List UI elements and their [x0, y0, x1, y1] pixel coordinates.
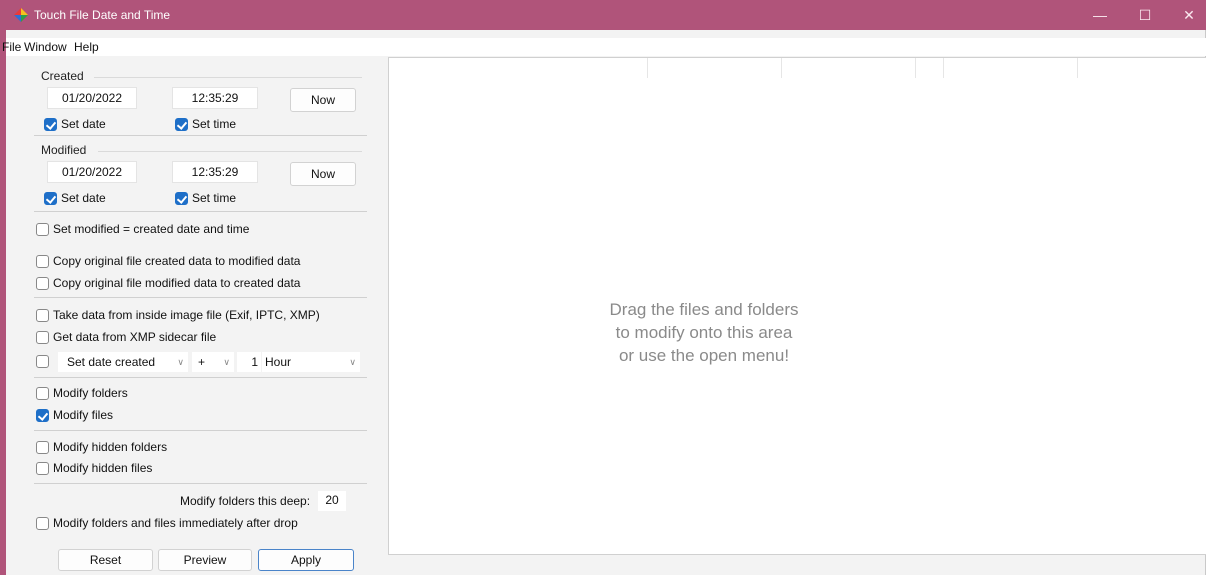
file-drop-area[interactable]: Drag the files and folders to modify ont…: [388, 57, 1206, 555]
adjust-checkbox[interactable]: [36, 355, 49, 368]
modify-hidden-files-checkbox[interactable]: [36, 462, 49, 475]
modify-folders-label: Modify folders: [53, 386, 128, 400]
adjust-operator-value: +: [198, 355, 206, 369]
options-panel: Created 01/20/2022 12:35:29 Now Set date…: [34, 57, 379, 575]
apply-button[interactable]: Apply: [258, 549, 354, 571]
modify-files-checkbox[interactable]: [36, 409, 49, 422]
modified-group-label: Modified: [41, 143, 87, 157]
minimize-button[interactable]: —: [1078, 0, 1122, 30]
adjust-target-value: Set date created: [67, 355, 156, 369]
reset-button[interactable]: Reset: [58, 549, 153, 571]
adjust-target-select[interactable]: Set date created ∨: [58, 352, 188, 372]
take-from-image-label: Take data from inside image file (Exif, …: [53, 308, 320, 322]
modified-set-time-checkbox[interactable]: [175, 192, 188, 205]
adjust-unit-value: Hour: [265, 355, 292, 369]
divider: [34, 483, 367, 484]
created-date-field[interactable]: 01/20/2022: [47, 87, 137, 109]
app-icon: [14, 8, 28, 22]
chevron-down-icon: ∨: [177, 357, 184, 367]
adjust-amount-field[interactable]: 1: [237, 352, 261, 372]
divider: [34, 377, 367, 378]
drop-instruction-line: to modify onto this area: [615, 323, 793, 342]
set-modified-eq-created-checkbox[interactable]: [36, 223, 49, 236]
modified-set-time-label: Set time: [192, 191, 237, 205]
chevron-down-icon: ∨: [349, 357, 356, 367]
modified-time-field[interactable]: 12:35:29: [172, 161, 258, 183]
window-title: Touch File Date and Time: [34, 8, 171, 22]
divider: [34, 297, 367, 298]
modify-hidden-folders-checkbox[interactable]: [36, 441, 49, 454]
depth-field[interactable]: 20: [318, 491, 346, 511]
immediate-label: Modify folders and files immediately aft…: [53, 516, 298, 530]
modified-date-field[interactable]: 01/20/2022: [47, 161, 137, 183]
adjust-operator-select[interactable]: + ∨: [192, 352, 234, 372]
menu-file[interactable]: File: [2, 40, 21, 54]
copy-created-to-modified-checkbox[interactable]: [36, 255, 49, 268]
created-time-field[interactable]: 12:35:29: [172, 87, 258, 109]
created-group-line: [94, 77, 362, 78]
copy-modified-to-created-label: Copy original file modified data to crea…: [53, 276, 301, 290]
title-bar[interactable]: Touch File Date and Time — ☐ ✕: [6, 0, 1206, 30]
modify-hidden-folders-label: Modify hidden folders: [53, 440, 168, 454]
take-from-image-checkbox[interactable]: [36, 309, 49, 322]
column-divider: [647, 58, 648, 78]
drop-instruction-line: Drag the files and folders: [609, 300, 799, 319]
chevron-down-icon: ∨: [223, 357, 230, 367]
menu-help[interactable]: Help: [74, 40, 99, 54]
created-set-time-checkbox[interactable]: [175, 118, 188, 131]
divider: [34, 430, 367, 431]
created-group-label: Created: [41, 69, 84, 83]
menu-window[interactable]: Window: [24, 40, 67, 54]
set-modified-eq-created-label: Set modified = created date and time: [53, 222, 250, 236]
preview-button[interactable]: Preview: [158, 549, 252, 571]
modified-set-date-checkbox[interactable]: [44, 192, 57, 205]
copy-created-to-modified-label: Copy original file created data to modif…: [53, 254, 301, 268]
created-set-time-label: Set time: [192, 117, 237, 131]
menu-bar: File Window Help: [2, 38, 1206, 56]
divider: [34, 135, 367, 136]
column-divider: [915, 58, 916, 78]
close-button[interactable]: ✕: [1167, 0, 1206, 30]
created-set-date-label: Set date: [61, 117, 106, 131]
divider: [34, 211, 367, 212]
column-divider: [943, 58, 944, 78]
modified-group-line: [98, 151, 362, 152]
xmp-sidecar-checkbox[interactable]: [36, 331, 49, 344]
modified-now-button[interactable]: Now: [290, 162, 356, 186]
modified-set-date-label: Set date: [61, 191, 106, 205]
xmp-sidecar-label: Get data from XMP sidecar file: [53, 330, 217, 344]
copy-modified-to-created-checkbox[interactable]: [36, 277, 49, 290]
drop-instruction-line: or use the open menu!: [618, 346, 790, 365]
immediate-checkbox[interactable]: [36, 517, 49, 530]
column-divider: [1077, 58, 1078, 78]
created-set-date-checkbox[interactable]: [44, 118, 57, 131]
adjust-unit-select[interactable]: Hour ∨: [262, 352, 360, 372]
drop-instructions: Drag the files and folders to modify ont…: [389, 298, 1019, 367]
depth-label: Modify folders this deep:: [180, 494, 311, 508]
modify-folders-checkbox[interactable]: [36, 387, 49, 400]
maximize-button[interactable]: ☐: [1123, 0, 1167, 30]
modify-files-label: Modify files: [53, 408, 114, 422]
column-divider: [781, 58, 782, 78]
created-now-button[interactable]: Now: [290, 88, 356, 112]
modify-hidden-files-label: Modify hidden files: [53, 461, 153, 475]
app-window: Touch File Date and Time — ☐ ✕ File Wind…: [0, 0, 1206, 575]
